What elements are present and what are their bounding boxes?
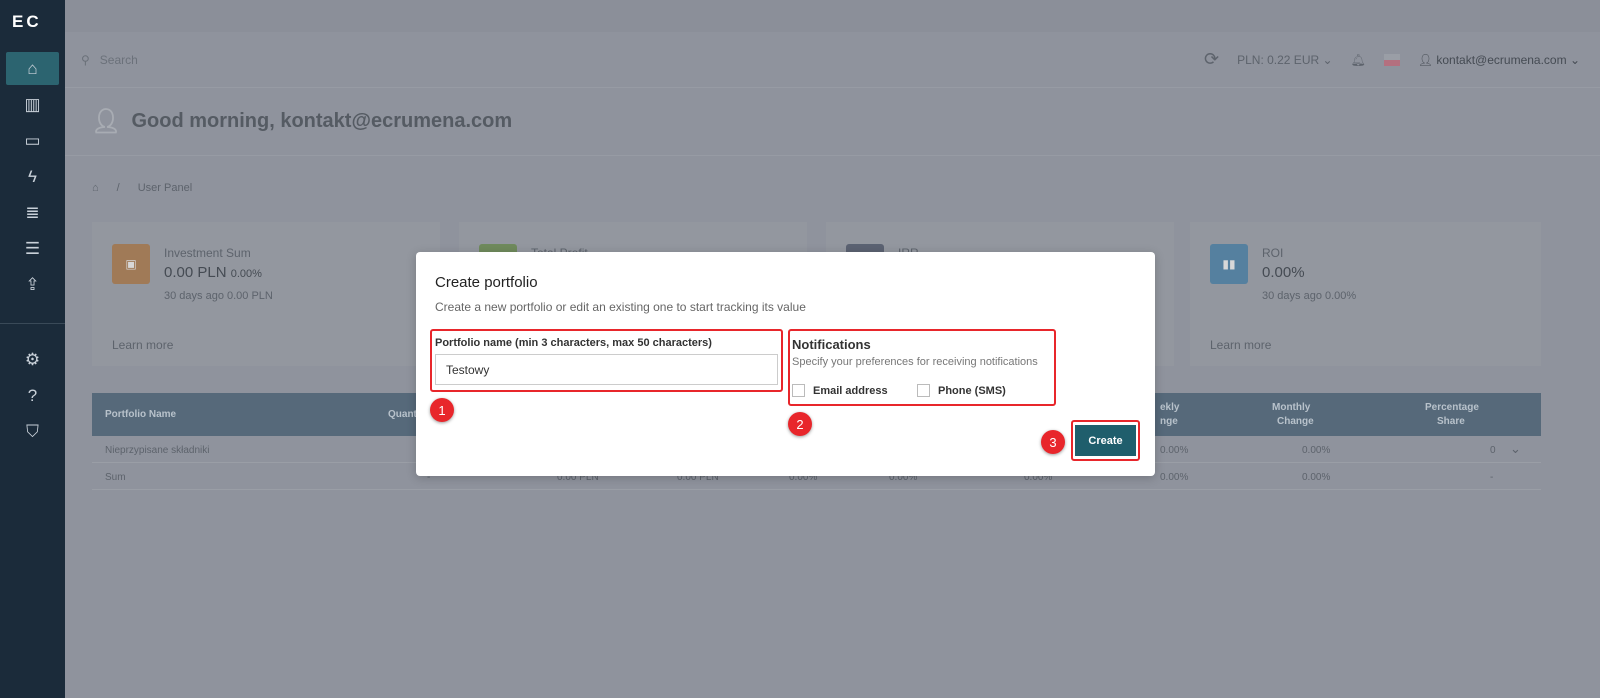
search[interactable]: ⚲ Search [81,53,138,67]
greeting: 👤︎ Good morning, kontakt@ecrumena.com [65,88,1600,156]
create-portfolio-modal: Create portfolio Create a new portfolio … [416,252,1155,476]
breadcrumb: ⌂ / User Panel [92,182,193,194]
user-icon: 👤︎ [1417,52,1434,67]
email-checkbox[interactable]: Email address [792,384,888,397]
notifications-title: Notifications [792,337,871,352]
presentation-chart-icon[interactable]: ▥ [6,88,59,121]
phone-checkbox[interactable]: Phone (SMS) [917,384,1006,397]
portfolio-name-input[interactable] [435,354,778,385]
top-band [65,0,1600,32]
bar-chart-icon: ▮▮ [1210,244,1248,284]
bell-icon[interactable]: 🔔︎ [1351,53,1366,67]
flag-icon[interactable] [1383,53,1400,66]
user-avatar-icon: 👤︎ [91,108,122,135]
annotation-badge-1: 1 [430,398,454,422]
gear-icon[interactable]: ⚙ [6,343,59,376]
wallet-icon[interactable]: ▭ [6,124,59,157]
refresh-icon[interactable]: ⟳ [1204,49,1219,70]
chevron-down-icon[interactable]: ⌄ [1510,441,1521,457]
sidebar: EC ⌂ ▥ ▭ ϟ ≣ ☰ ⇪ ⚙ ? ⛉ [0,0,65,698]
annotation-badge-3: 3 [1041,430,1065,454]
modal-subtitle: Create a new portfolio or edit an existi… [435,300,806,314]
help-icon[interactable]: ? [6,379,59,412]
export-icon[interactable]: ⇪ [6,268,59,301]
logo: EC [12,12,42,31]
shield-check-icon[interactable]: ⛉ [6,415,59,448]
header: ⚲ Search ⟳ PLN: 0.22 EUR ⌄ 🔔︎ 👤︎ kontakt@… [65,32,1600,88]
card-roi: ▮▮ ROI 0.00% 30 days ago 0.00% Learn mor… [1190,222,1541,366]
learn-more-link[interactable]: Learn more [112,338,173,352]
learn-more-link[interactable]: Learn more [1210,338,1271,352]
modal-title: Create portfolio [435,274,538,291]
user-menu[interactable]: 👤︎ kontakt@ecrumena.com ⌄ [1418,53,1580,67]
search-input[interactable]: Search [100,53,138,67]
divider [0,323,65,324]
home-icon[interactable]: ⌂ [92,182,99,194]
portfolio-name-label: Portfolio name (min 3 characters, max 50… [435,337,712,349]
money-icon: ▣ [112,244,150,284]
annotation-badge-2: 2 [788,412,812,436]
search-icon: ⚲ [81,52,90,67]
create-button[interactable]: Create [1075,425,1136,456]
notifications-subtitle: Specify your preferences for receiving n… [792,356,1038,368]
list-icon[interactable]: ☰ [6,232,59,265]
lightning-icon[interactable]: ϟ [6,160,59,193]
currency-selector[interactable]: PLN: 0.22 EUR ⌄ [1237,53,1332,67]
home-icon[interactable]: ⌂ [6,52,59,85]
card-investment-sum: ▣ Investment Sum 0.00 PLN 0.00% 30 days … [92,222,440,366]
stack-icon[interactable]: ≣ [6,196,59,229]
